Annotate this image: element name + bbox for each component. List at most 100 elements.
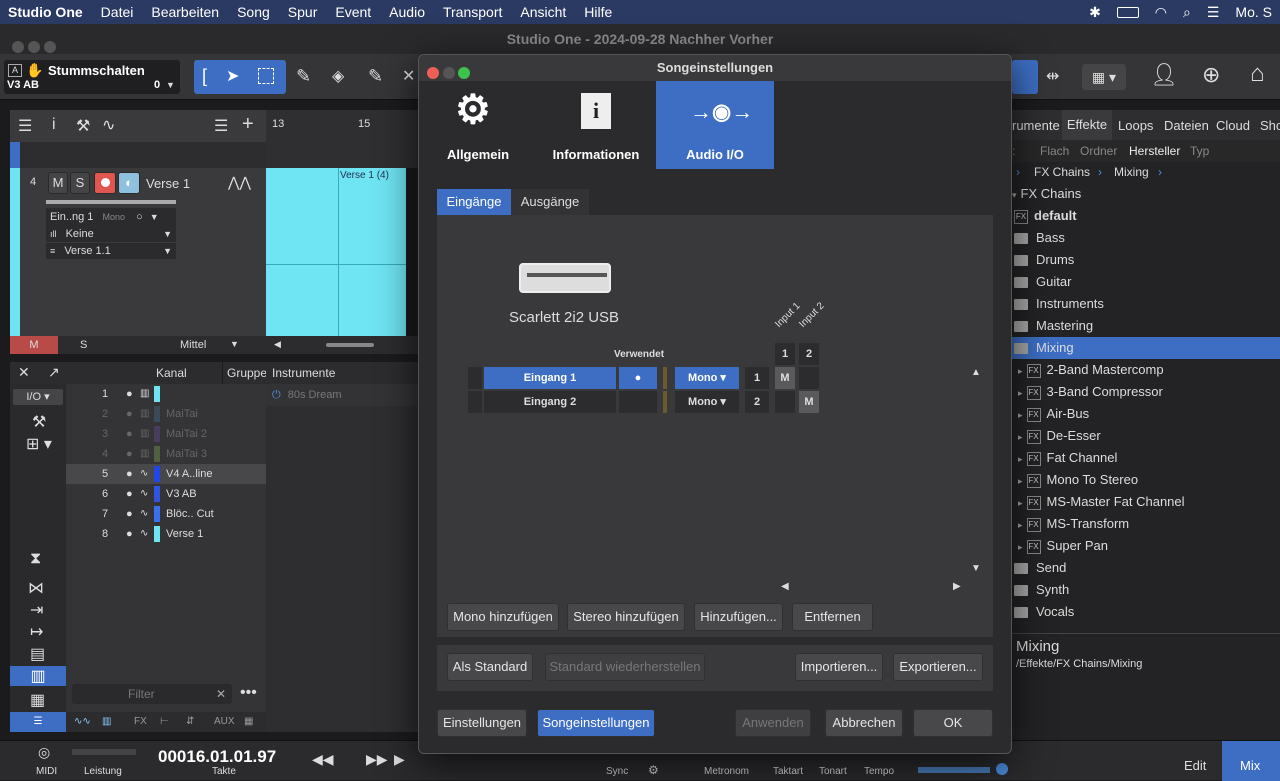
tab-instrumente[interactable]: rumente xyxy=(1012,118,1060,133)
tab-effekte[interactable]: Effekte xyxy=(1062,110,1112,140)
list-view-icon[interactable]: ☰ xyxy=(10,712,66,732)
matrix-cell[interactable]: M xyxy=(775,367,795,389)
scroll-up-icon[interactable]: ▲ xyxy=(971,367,981,378)
scroll-right-icon[interactable]: ▶ xyxy=(953,581,961,592)
height-select[interactable]: Mittel xyxy=(180,339,206,351)
subtab-ausgaenge[interactable]: Ausgänge xyxy=(511,189,589,215)
paint-icon[interactable]: ✎ xyxy=(368,66,383,87)
bracket-tool-icon[interactable]: [ xyxy=(202,66,207,87)
tab-audio-io[interactable]: →◉→ Audio I/O xyxy=(656,81,774,169)
visible-dot-icon[interactable]: ● xyxy=(126,404,133,424)
browser-item[interactable]: ▸ FX Mono To Stereo xyxy=(1010,469,1280,491)
visible-dot-icon[interactable]: ● xyxy=(126,444,133,464)
sync-icon[interactable]: ⊕ xyxy=(1202,62,1220,88)
edit-button[interactable]: Edit xyxy=(1184,758,1206,773)
grid-view-icon[interactable]: ▤ xyxy=(30,644,45,664)
fx-filter[interactable]: FX xyxy=(134,716,147,727)
track-row[interactable]: 4 M S ◐ Verse 1 ⋀⋀ Ein..ng 1 Mono ○ ▼ ıl… xyxy=(10,168,266,336)
input-arrow-icon[interactable]: ⇥ xyxy=(30,600,43,620)
channel-row[interactable]: 4 ● ▥ MaiTai 3 xyxy=(66,444,266,464)
menu-datei[interactable]: Datei xyxy=(92,0,143,24)
mode-select[interactable]: Mono ▾ xyxy=(675,367,739,389)
mute-button[interactable]: M xyxy=(48,172,68,194)
menu-bearbeiten[interactable]: Bearbeiten xyxy=(142,0,228,24)
add-track-icon[interactable]: + xyxy=(242,113,254,136)
chevron-down-icon[interactable]: ▼ xyxy=(230,339,239,349)
browser-item[interactable]: ▸ FX Fat Channel xyxy=(1010,447,1280,469)
tab-allgemein[interactable]: ⚙ Allgemein xyxy=(419,81,537,169)
col-instrumente[interactable]: Instrumente xyxy=(272,366,335,380)
volume-slider[interactable] xyxy=(46,200,176,204)
keyboard-icon[interactable]: ▥ xyxy=(10,666,66,686)
visible-dot-icon[interactable]: ● xyxy=(126,464,133,484)
add-mono-button[interactable]: Mono hinzufügen xyxy=(447,603,559,631)
matrix-cell[interactable] xyxy=(799,367,819,389)
used-indicator[interactable]: ● xyxy=(619,367,657,389)
gear-icon[interactable]: ⚙ xyxy=(648,763,659,777)
instrument-row[interactable]: ⏻ 80s Dream xyxy=(266,384,418,406)
playlist-select[interactable]: ≡ Verse 1.1 ▼ xyxy=(46,243,176,259)
browser-item[interactable]: ▸ FX De-Esser xyxy=(1010,425,1280,447)
output-select[interactable]: ıll Keine ▼ xyxy=(46,226,176,242)
browser-item[interactable]: Drums xyxy=(1010,249,1280,271)
visible-dot-icon[interactable]: ● xyxy=(126,384,133,404)
clear-icon[interactable]: ✕ xyxy=(216,687,226,701)
export-button[interactable]: Exportieren... xyxy=(893,653,983,681)
zoom-dot[interactable] xyxy=(43,41,56,53)
tab-cloud[interactable]: Cloud xyxy=(1216,118,1250,133)
audio-event[interactable]: Verse 1 (4) xyxy=(266,168,406,336)
control-center-icon[interactable]: ☰ xyxy=(1207,4,1220,21)
browser-item[interactable]: ▸ FX MS-Master Fat Channel xyxy=(1010,491,1280,513)
bluetooth-icon[interactable]: ✱ xyxy=(1089,4,1101,21)
pencil-icon[interactable]: ✎ xyxy=(296,66,311,87)
matrix-cell[interactable]: M xyxy=(799,391,819,413)
snap-button[interactable] xyxy=(1012,60,1038,94)
matrix-cell[interactable] xyxy=(775,391,795,413)
monitor-button[interactable]: ◐ xyxy=(118,172,140,194)
solo-all-button[interactable]: S xyxy=(80,339,87,351)
sort-ordner[interactable]: Ordner xyxy=(1080,144,1117,158)
goto-start-icon[interactable]: ◀◀ xyxy=(312,751,334,768)
col-kanal[interactable]: Kanal xyxy=(156,366,187,380)
breadcrumb-fxchains[interactable]: FX Chains xyxy=(1034,165,1090,179)
aux-filter[interactable]: AUX xyxy=(214,716,235,727)
keys-icon[interactable]: ▥ xyxy=(102,716,111,727)
grid-dropdown[interactable]: ▦ ▾ xyxy=(1082,64,1126,90)
sort-flach[interactable]: Flach xyxy=(1040,144,1069,158)
filter-field[interactable]: Filter ✕ xyxy=(72,684,232,704)
volume-knob[interactable] xyxy=(996,763,1008,775)
close-dot[interactable] xyxy=(12,41,24,53)
col-gruppe[interactable]: Gruppe xyxy=(222,362,267,384)
record-button[interactable] xyxy=(94,172,116,194)
browser-item[interactable]: Mastering xyxy=(1010,315,1280,337)
menu-event[interactable]: Event xyxy=(326,0,380,24)
add-button[interactable]: Hinzufügen... xyxy=(694,603,783,631)
bowtie-icon[interactable]: ⋈ xyxy=(28,578,44,598)
tab-informationen[interactable]: i Informationen xyxy=(537,81,655,169)
output-arrow-icon[interactable]: ↦ xyxy=(30,622,43,642)
plugin-icon[interactable]: ⊞ ▾ xyxy=(26,434,52,454)
browser-item[interactable]: ▸ FX 2-Band Mastercomp xyxy=(1010,359,1280,381)
time-display[interactable]: 00016.01.01.97 xyxy=(158,747,276,767)
a-icon[interactable]: A xyxy=(8,64,22,77)
play-small-icon[interactable]: ▶ xyxy=(394,751,405,768)
row-handle[interactable] xyxy=(468,367,482,389)
browser-item[interactable]: Send xyxy=(1010,557,1280,579)
mix-tab[interactable]: Mix xyxy=(1222,741,1280,781)
hand-icon[interactable]: ✋ xyxy=(26,62,43,79)
menu-song[interactable]: Song xyxy=(228,0,279,24)
mute-tool-icon[interactable]: ✕ xyxy=(402,66,415,86)
channel-row[interactable]: 2 ● ▥ MaiTai xyxy=(66,404,266,424)
scroll-left-icon[interactable]: ◀ xyxy=(781,581,789,592)
solo-button[interactable]: S xyxy=(70,172,90,194)
row-handle[interactable] xyxy=(468,391,482,413)
search-icon[interactable]: ⌕ xyxy=(1183,4,1191,21)
browser-item[interactable]: Instruments xyxy=(1010,293,1280,315)
minimize-dot[interactable] xyxy=(27,41,40,53)
settings-button[interactable]: Einstellungen xyxy=(437,709,527,737)
cancel-button[interactable]: Abbrechen xyxy=(825,709,903,737)
input-row-name[interactable]: Eingang 1 xyxy=(484,367,616,389)
channel-row[interactable]: 3 ● ▥ MaiTai 2 xyxy=(66,424,266,444)
wrench-icon[interactable]: ⚒ xyxy=(32,412,46,432)
channel-row[interactable]: 1 ● ▥ xyxy=(66,384,266,404)
